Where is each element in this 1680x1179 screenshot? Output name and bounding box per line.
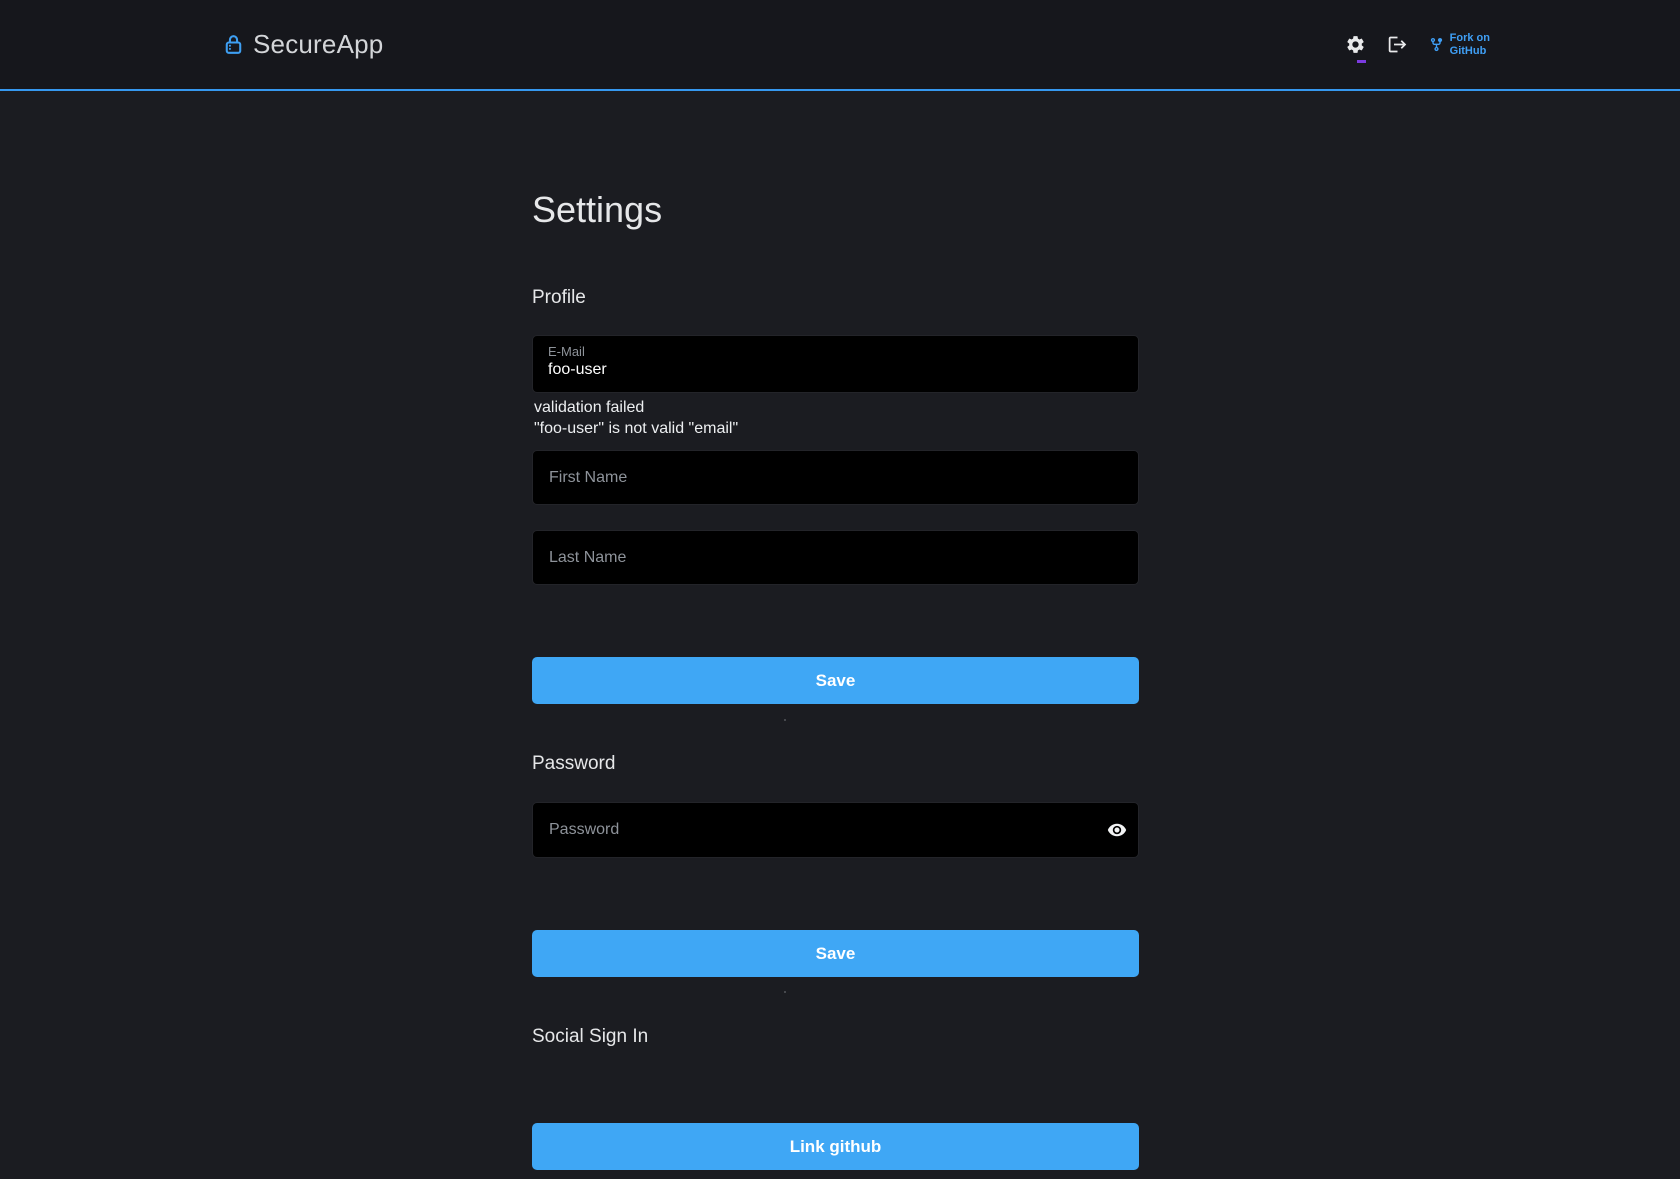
- git-fork-icon: [1429, 37, 1444, 52]
- brand-title: SecureApp: [253, 29, 383, 60]
- profile-section-heading: Profile: [532, 287, 586, 309]
- fork-label-line1: Fork on: [1450, 32, 1490, 44]
- app-header: SecureApp: [0, 0, 1680, 91]
- profile-save-button[interactable]: Save: [532, 657, 1139, 704]
- password-section-heading: Password: [532, 753, 615, 775]
- lock-icon: [224, 34, 243, 55]
- email-field[interactable]: E-Mail: [532, 335, 1139, 393]
- validation-error-line1: validation failed: [534, 397, 738, 418]
- page-title: Settings: [532, 188, 662, 231]
- validation-error-line2: "foo-user" is not valid "email": [534, 418, 738, 439]
- email-field-label: E-Mail: [548, 344, 1123, 359]
- header-actions: Fork on GitHub: [1345, 0, 1490, 89]
- social-section-heading: Social Sign In: [532, 1026, 648, 1048]
- fork-label: Fork on GitHub: [1450, 32, 1490, 58]
- gear-icon: [1345, 34, 1366, 55]
- brand-link[interactable]: SecureApp: [224, 0, 383, 89]
- password-save-button[interactable]: Save: [532, 930, 1139, 977]
- password-input[interactable]: [532, 802, 1139, 858]
- fork-on-github-link[interactable]: Fork on GitHub: [1429, 32, 1490, 58]
- gear-underline-marker: [1357, 60, 1366, 63]
- link-github-button[interactable]: Link github: [532, 1123, 1139, 1170]
- settings-page: SecureApp: [0, 0, 1680, 1179]
- logout-button[interactable]: [1387, 34, 1408, 55]
- tiny-dot-marker: [784, 719, 786, 721]
- toggle-password-visibility-button[interactable]: [1107, 820, 1127, 840]
- last-name-input[interactable]: [532, 530, 1139, 585]
- email-input[interactable]: [548, 359, 1123, 379]
- fork-label-line2: GitHub: [1450, 45, 1487, 57]
- settings-gear-button[interactable]: [1345, 34, 1366, 55]
- first-name-input[interactable]: [532, 450, 1139, 505]
- password-field: [532, 802, 1139, 858]
- logout-icon: [1387, 34, 1408, 55]
- validation-error: validation failed "foo-user" is not vali…: [534, 397, 738, 439]
- eye-icon: [1107, 820, 1127, 840]
- tiny-dot-marker: [784, 991, 786, 993]
